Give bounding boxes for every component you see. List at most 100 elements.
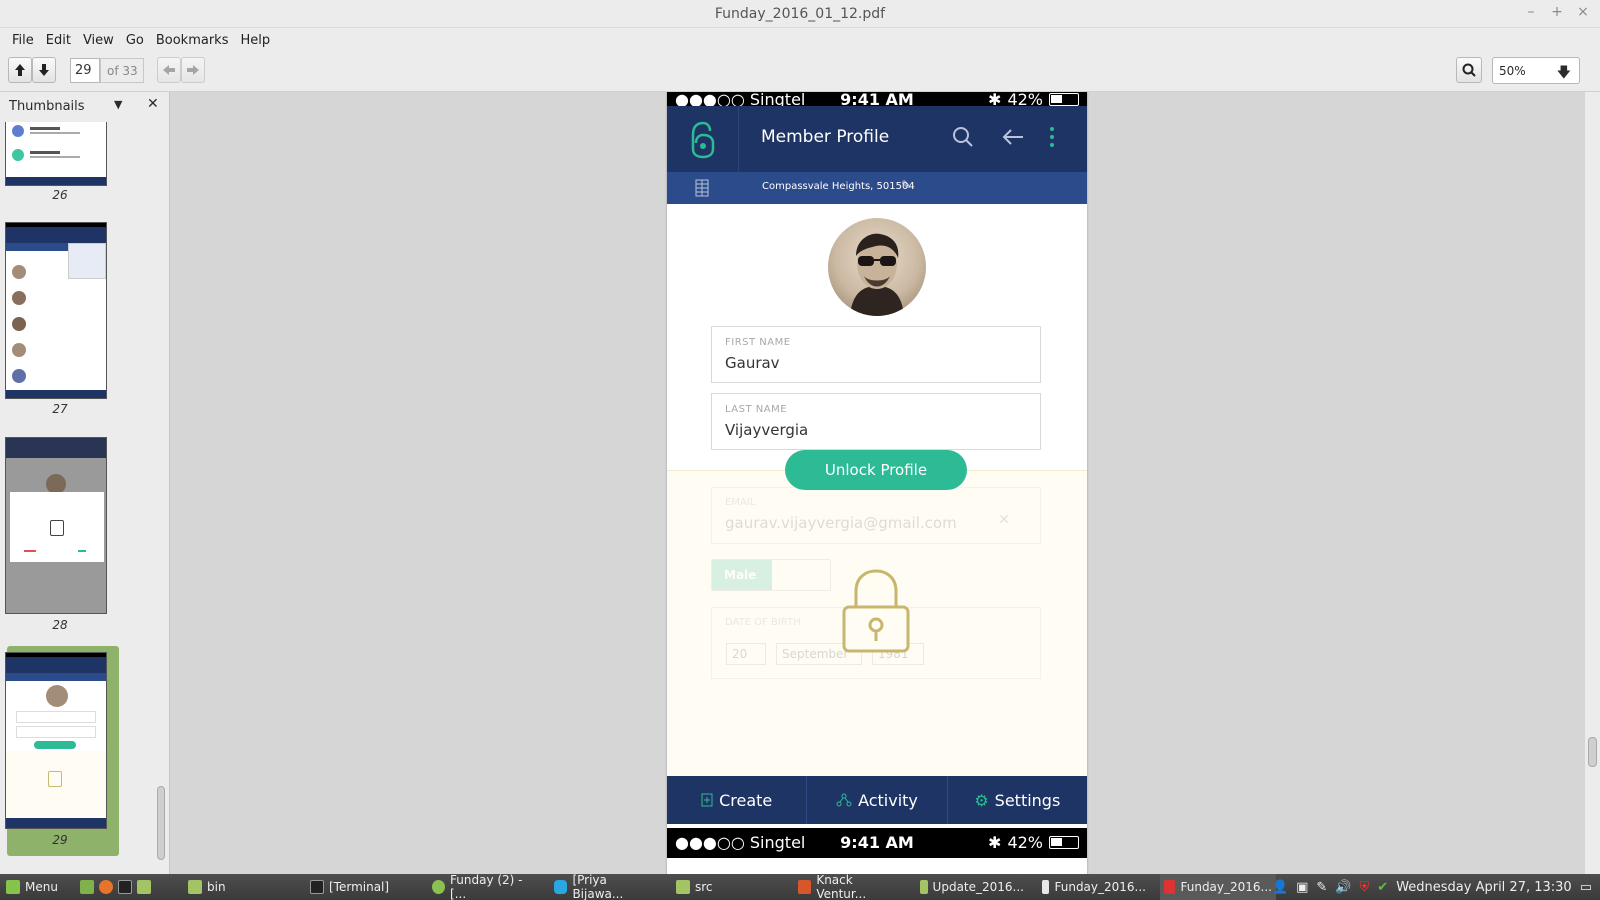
search-icon[interactable] [950, 124, 976, 150]
menu-go[interactable]: Go [120, 33, 150, 48]
thumbnail-page-26[interactable] [5, 122, 107, 186]
maximize-button[interactable]: + [1550, 4, 1564, 20]
arrow-up-icon [15, 64, 25, 76]
taskbar-item-label: Update_2016... [932, 880, 1024, 894]
document-view[interactable]: ●●●○○ Singtel 9:41 AM ✱ 42% Member Profi… [176, 92, 1585, 874]
lock-icon [842, 569, 910, 653]
taskbar-item-skype[interactable]: [Priya Bijawa... [550, 873, 662, 900]
menu-bookmarks[interactable]: Bookmarks [150, 33, 235, 48]
taskbar-item-funday-doc[interactable]: Funday_2016... [1038, 874, 1150, 900]
last-name-label: LAST NAME [725, 404, 788, 415]
email-label: EMAIL [725, 497, 756, 508]
thumbnail-page-28[interactable] [5, 437, 107, 614]
search-button[interactable] [1456, 57, 1482, 83]
quick-launch [76, 874, 155, 900]
clipboard-icon[interactable]: ▣ [1296, 880, 1308, 895]
nav-create-label: Create [719, 790, 773, 810]
nav-settings-label: Settings [994, 790, 1061, 810]
taskbar-item-update[interactable]: Update_2016... [916, 874, 1028, 900]
user-icon[interactable]: 👤 [1272, 880, 1288, 895]
toolbar: 29 of 33 50% 🡇 [0, 52, 1600, 92]
chevron-down-icon[interactable]: ▼ [114, 98, 122, 111]
previous-page-button[interactable] [8, 57, 32, 83]
minimize-button[interactable]: – [1524, 4, 1538, 20]
window-title: Funday_2016_01_12.pdf [714, 6, 886, 22]
battery-icon [1049, 93, 1079, 106]
first-name-label: FIRST NAME [725, 337, 791, 348]
zoom-select[interactable]: 50% 🡇 [1492, 57, 1580, 84]
pdf-icon [1164, 880, 1176, 894]
start-menu-button[interactable]: Menu [2, 874, 62, 900]
thumbnail-page-27[interactable] [5, 222, 107, 399]
page-number-input[interactable]: 29 [70, 58, 100, 83]
desktop-icon[interactable] [80, 880, 94, 894]
system-tray: 👤 ▣ ✎ 🔊 ⛨ ✔ Wednesday April 27, 13:30 ▭ [1272, 874, 1592, 900]
first-name-value: Gaurav [725, 354, 780, 372]
history-forward-button[interactable] [181, 57, 205, 83]
nav-activity[interactable]: Activity [807, 776, 948, 824]
terminal-icon[interactable] [118, 880, 132, 894]
show-desktop-icon[interactable]: ▭ [1580, 880, 1592, 895]
thumbnail-number: 28 [52, 618, 68, 632]
gender-male: Male [712, 560, 772, 590]
app-header: Member Profile [667, 106, 1087, 172]
more-options-icon[interactable] [1039, 124, 1065, 150]
close-button[interactable]: × [1576, 4, 1590, 20]
last-name-value: Vijayvergia [725, 421, 809, 439]
folder-icon[interactable] [137, 880, 151, 894]
taskbar-item-label: [Priya Bijawa... [572, 873, 624, 900]
taskbar-item-bin[interactable]: bin [184, 874, 296, 900]
sidebar-title[interactable]: Thumbnails [9, 99, 85, 114]
document-scrollbar[interactable] [1585, 92, 1600, 874]
nav-settings[interactable]: ⚙ Settings [948, 776, 1087, 824]
taskbar-item-funday-android[interactable]: Funday (2) - [... [428, 873, 540, 900]
clock[interactable]: Wednesday April 27, 13:30 [1396, 880, 1572, 895]
back-arrow-icon[interactable] [1000, 124, 1026, 150]
search-icon [1462, 63, 1476, 77]
menu-view[interactable]: View [77, 33, 120, 48]
volume-icon[interactable]: 🔊 [1335, 880, 1351, 895]
taskbar-item-label: src [695, 880, 713, 894]
firefox-icon[interactable] [99, 880, 113, 894]
update-check-icon[interactable]: ✔ [1377, 880, 1388, 895]
taskbar-item-funday-pdf[interactable]: Funday_2016... [1160, 874, 1276, 900]
nav-create[interactable]: Create [667, 776, 808, 824]
taskbar-item-knack[interactable]: Knack Ventur... [794, 873, 906, 900]
menu-file[interactable]: File [6, 33, 40, 48]
browser-icon [798, 880, 812, 894]
edit-pencil-icon[interactable]: ✎ [901, 178, 911, 192]
gear-icon: ⚙ [974, 790, 989, 810]
thumbnail-list[interactable]: 26 27 28 29 [0, 122, 155, 874]
taskbar-item-terminal[interactable]: [Terminal] [306, 874, 418, 900]
menu-edit[interactable]: Edit [40, 33, 77, 48]
arrow-left-icon [163, 65, 175, 75]
history-back-button[interactable] [157, 57, 181, 83]
folder-icon [188, 880, 202, 894]
skype-icon [554, 880, 568, 894]
avatar [828, 218, 926, 316]
taskbar-item-src[interactable]: src [672, 874, 784, 900]
profile-photo [850, 233, 904, 316]
battery-status: ✱ 42% [988, 833, 1079, 852]
bottom-navigation: Create Activity ⚙ Settings [667, 776, 1087, 824]
start-menu-label: Menu [25, 880, 58, 894]
next-page-button[interactable] [32, 57, 56, 83]
unlock-profile-button[interactable]: Unlock Profile [785, 450, 967, 490]
page-title: Member Profile [761, 127, 890, 147]
first-name-field[interactable]: FIRST NAME Gaurav [711, 326, 1041, 383]
scrollbar-thumb[interactable] [157, 786, 165, 860]
sidebar-scrollbar[interactable] [156, 122, 166, 874]
bluetooth-icon: ✱ [988, 833, 1002, 852]
close-icon[interactable]: ✕ [147, 96, 159, 112]
pen-icon[interactable]: ✎ [1316, 880, 1327, 895]
shield-icon[interactable]: ⛨ [1360, 880, 1370, 895]
scrollbar-thumb[interactable] [1588, 737, 1597, 767]
gender-toggle: Male [711, 559, 831, 591]
menu-help[interactable]: Help [234, 33, 276, 48]
taskbar-item-label: bin [207, 880, 226, 894]
locked-profile-section: EMAIL gaurav.vijayvergia@gmail.com ✕ Mal… [667, 470, 1087, 776]
clear-icon: ✕ [998, 512, 1010, 528]
thumbnail-page-29[interactable] [5, 652, 107, 829]
battery-icon [1049, 836, 1079, 849]
last-name-field[interactable]: LAST NAME Vijayvergia [711, 393, 1041, 450]
